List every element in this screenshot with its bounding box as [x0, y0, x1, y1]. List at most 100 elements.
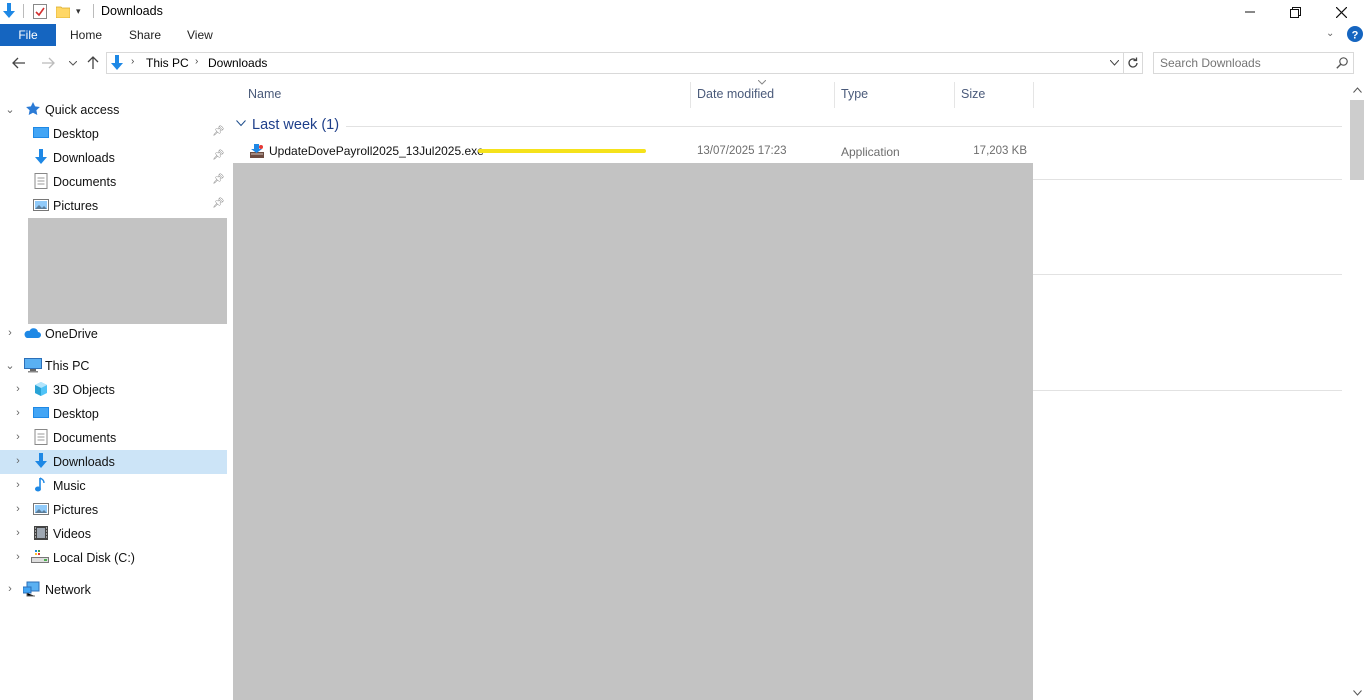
nav-quick-access[interactable]: ⌄ Quick access [0, 98, 227, 122]
column-separator[interactable] [834, 82, 835, 108]
nav-onedrive[interactable]: › OneDrive [0, 322, 227, 346]
tab-home[interactable]: Home [70, 28, 102, 42]
chevron-right-icon[interactable]: › [12, 407, 24, 419]
nav-label: Desktop [53, 127, 99, 141]
nav-quick-downloads[interactable]: Downloads 📌︎ [0, 146, 227, 170]
scroll-down-icon[interactable] [1353, 690, 1362, 696]
onedrive-cloud-icon [23, 325, 41, 341]
column-header-date-modified[interactable]: Date modified [697, 87, 774, 107]
restore-button[interactable] [1272, 0, 1318, 24]
desktop-icon [33, 125, 49, 141]
chevron-down-icon[interactable]: ⌄ [4, 359, 16, 372]
breadcrumb-separator-icon[interactable]: › [195, 56, 198, 67]
title-separator [23, 4, 24, 18]
nav-label: Pictures [53, 199, 99, 213]
pin-icon[interactable]: 📌︎ [212, 150, 225, 161]
refresh-button[interactable] [1123, 52, 1143, 74]
group-divider [1033, 390, 1342, 391]
customize-toolbar-icon[interactable]: ▾ [76, 6, 81, 17]
chevron-right-icon[interactable]: › [12, 479, 24, 491]
pin-icon[interactable]: 📌︎ [212, 198, 225, 209]
nav-documents[interactable]: › Documents [0, 426, 227, 450]
nav-quick-pictures[interactable]: Pictures 📌︎ [0, 194, 227, 218]
pictures-icon [33, 197, 49, 213]
file-size: 17,203 KB [973, 145, 1027, 157]
column-header-type[interactable]: Type [841, 87, 868, 107]
pin-icon[interactable]: 📌︎ [212, 126, 225, 137]
search-box[interactable] [1153, 52, 1354, 74]
vertical-scrollbar[interactable] [1348, 82, 1366, 700]
nav-videos[interactable]: › Videos [0, 522, 227, 546]
downloads-arrow-icon[interactable] [2, 3, 16, 19]
group-divider [346, 126, 1342, 127]
downloads-icon [33, 149, 49, 165]
search-icon[interactable] [1336, 57, 1348, 69]
documents-icon [33, 173, 49, 189]
tab-view[interactable]: View [187, 28, 213, 42]
address-dropdown-icon[interactable] [1110, 60, 1119, 66]
downloads-icon [33, 453, 49, 469]
nav-label: Videos [53, 527, 91, 541]
nav-local-disk[interactable]: › Local Disk (C:) [0, 546, 227, 570]
file-tab[interactable]: File [0, 24, 56, 46]
file-name: UpdateDovePayroll2025_13Jul2025.exe [269, 144, 484, 158]
chevron-right-icon[interactable]: › [12, 431, 24, 443]
search-input[interactable] [1160, 56, 1330, 70]
recent-locations-chevron-icon[interactable] [62, 52, 84, 74]
properties-icon[interactable] [33, 4, 47, 19]
nav-label: Network [45, 583, 91, 597]
redacted-area [28, 218, 227, 324]
nav-label: Documents [53, 175, 117, 189]
address-bar[interactable]: › This PC › Downloads [106, 52, 1124, 74]
nav-3d-objects[interactable]: › 3D Objects [0, 378, 227, 402]
column-separator[interactable] [1033, 82, 1034, 108]
chevron-right-icon[interactable]: › [4, 583, 16, 595]
nav-quick-desktop[interactable]: Desktop 📌︎ [0, 122, 227, 146]
svg-text:?: ? [1352, 30, 1359, 42]
film-strip-icon [33, 525, 49, 541]
help-icon[interactable]: ? [1347, 26, 1363, 42]
nav-pictures[interactable]: › Pictures [0, 498, 227, 522]
column-separator[interactable] [954, 82, 955, 108]
back-button[interactable] [8, 52, 30, 74]
nav-downloads[interactable]: › Downloads [0, 450, 227, 474]
nav-network[interactable]: › Network [0, 578, 227, 602]
close-button[interactable] [1318, 0, 1364, 24]
new-folder-icon[interactable] [56, 5, 70, 18]
nav-this-pc[interactable]: ⌄ This PC [0, 354, 227, 378]
breadcrumb-separator-icon[interactable]: › [131, 56, 134, 67]
nav-music[interactable]: › Music [0, 474, 227, 498]
scroll-thumb[interactable] [1350, 100, 1364, 180]
group-collapse-icon[interactable] [236, 120, 246, 127]
chevron-right-icon[interactable]: › [12, 551, 24, 563]
up-button[interactable] [82, 52, 104, 74]
nav-desktop[interactable]: › Desktop [0, 402, 227, 426]
pin-icon[interactable]: 📌︎ [212, 174, 225, 185]
chevron-right-icon[interactable]: › [12, 455, 24, 467]
column-header-size[interactable]: Size [961, 87, 985, 107]
chevron-right-icon[interactable]: › [12, 383, 24, 395]
installer-icon [249, 143, 265, 159]
column-separator[interactable] [690, 82, 691, 108]
redacted-area [233, 163, 1033, 700]
group-header-label[interactable]: Last week (1) [252, 117, 339, 133]
nav-quick-documents[interactable]: Documents 📌︎ [0, 170, 227, 194]
forward-button[interactable] [37, 52, 59, 74]
tab-share[interactable]: Share [129, 28, 161, 42]
breadcrumb-this-pc[interactable]: This PC [146, 56, 189, 70]
expand-ribbon-icon[interactable]: ⌄ [1326, 28, 1334, 39]
title-separator [93, 4, 94, 18]
chevron-down-icon[interactable]: ⌄ [4, 103, 16, 116]
file-row[interactable]: UpdateDovePayroll2025_13Jul2025.exe 13/0… [233, 140, 1033, 162]
drive-icon [31, 549, 49, 565]
scroll-up-icon[interactable] [1353, 87, 1362, 93]
highlight-mark [478, 149, 646, 153]
chevron-right-icon[interactable]: › [12, 527, 24, 539]
column-header-name[interactable]: Name [248, 87, 281, 107]
group-divider [1033, 274, 1342, 275]
breadcrumb-downloads[interactable]: Downloads [208, 56, 267, 70]
chevron-right-icon[interactable]: › [4, 327, 16, 339]
minimize-button[interactable] [1227, 0, 1273, 24]
nav-label: OneDrive [45, 327, 98, 341]
chevron-right-icon[interactable]: › [12, 503, 24, 515]
